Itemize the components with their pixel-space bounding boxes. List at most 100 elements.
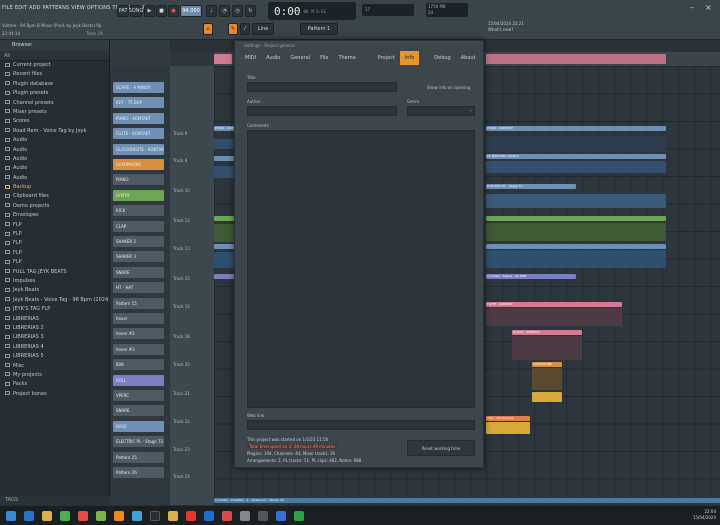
clip-vox[interactable]: VOX - Vox Sample — [486, 416, 530, 421]
browser-item[interactable]: LIBRERIAS 4 — [0, 343, 109, 352]
app-icon[interactable] — [132, 511, 142, 521]
browser-item[interactable]: Audio — [0, 136, 109, 145]
browser-item[interactable]: Envelopes — [0, 211, 109, 220]
tab-general[interactable]: General — [285, 51, 315, 65]
track-header[interactable]: Track 18 — [173, 334, 190, 339]
tab-file[interactable]: File — [315, 51, 333, 65]
marker-clip[interactable] — [214, 54, 232, 64]
clip-audio-wave[interactable] — [486, 194, 666, 208]
clip-flute[interactable]: FLUTE - KONTAKT — [486, 302, 622, 307]
app-icon[interactable] — [258, 511, 268, 521]
channel-button[interactable]: hover — [113, 313, 164, 324]
channel-button[interactable]: KICK — [113, 205, 164, 217]
genre-select[interactable]: › — [407, 106, 475, 116]
fl-studio-icon[interactable] — [114, 511, 124, 521]
clip-saxo-notes[interactable] — [532, 368, 562, 390]
reset-working-time-button[interactable]: Reset working time — [407, 440, 475, 456]
browser-item[interactable]: Jeyk Beats — [0, 286, 109, 295]
app-icon[interactable] — [276, 511, 286, 521]
browser-item[interactable]: Scores — [0, 117, 109, 126]
folder-icon[interactable] — [42, 511, 52, 521]
clip-epiano[interactable]: EP (ELECTRIC PIANO) — [486, 154, 666, 159]
browser-item[interactable]: Impulses — [0, 277, 109, 286]
app-icon[interactable] — [294, 511, 304, 521]
channel-button[interactable]: SCARE - A MINOR — [113, 82, 164, 93]
channel-button[interactable]: VPERC — [113, 390, 164, 401]
snap-mode-select[interactable]: Line — [252, 23, 274, 35]
browser-item[interactable]: Demo projects — [0, 202, 109, 211]
song-position-clock[interactable]: 0:00 00 M:S:CS — [268, 2, 356, 20]
draw-tool[interactable]: ✎ — [228, 23, 238, 35]
start-icon[interactable] — [6, 511, 16, 521]
wait-button[interactable]: ◔ — [219, 5, 230, 17]
channel-button[interactable]: KEY - 75 BUP — [113, 97, 164, 109]
app-icon[interactable] — [222, 511, 232, 521]
pattern-selector[interactable]: Pattern 1 — [300, 23, 338, 35]
snap-button[interactable]: ⌂ — [203, 23, 213, 35]
browser-item[interactable]: LIBRERIAS 2 — [0, 324, 109, 333]
channel-button[interactable]: BASS — [113, 420, 164, 432]
browser-item[interactable]: Mixer presets — [0, 108, 109, 117]
tab-midi[interactable]: MIDI — [240, 51, 261, 65]
browser-item[interactable]: LIBRERIAS 3 — [0, 333, 109, 342]
browser-item[interactable]: FLP — [0, 221, 109, 230]
channel-button[interactable]: PIANO — [113, 174, 164, 186]
clip-audio-wave[interactable] — [532, 392, 562, 402]
author-field[interactable] — [247, 106, 397, 116]
browser-item[interactable]: Audio — [0, 174, 109, 183]
channel-button[interactable]: SHAKER 2 — [113, 236, 164, 247]
tab-debug[interactable]: Debug — [429, 51, 455, 65]
track-header[interactable]: Track 16 — [173, 304, 190, 309]
song-mode-button[interactable]: SONG — [129, 5, 143, 17]
app-icon[interactable] — [96, 511, 106, 521]
news-panel[interactable]: 15/04/2024 22:21 What's new? — [488, 21, 524, 33]
clip-key[interactable] — [486, 244, 666, 249]
clip-audio-wave[interactable] — [486, 422, 530, 434]
metronome-button[interactable]: ♩ — [206, 5, 217, 17]
tab-theme[interactable]: Theme — [333, 51, 360, 65]
channel-button[interactable]: Pattern 15 — [113, 297, 164, 309]
browser-item[interactable]: Audio — [0, 164, 109, 173]
illustrator-icon[interactable] — [186, 511, 196, 521]
comments-field[interactable] — [247, 130, 475, 408]
track-header[interactable]: Track 15 — [173, 276, 190, 281]
tab-info[interactable]: Info — [399, 51, 420, 65]
channel-button[interactable]: FLUTE - KONTAKT — [113, 128, 164, 140]
tab-audio[interactable]: Audio — [261, 51, 285, 65]
photoshop-icon[interactable] — [204, 511, 214, 521]
browser-item[interactable]: Channel presets — [0, 99, 109, 108]
browser-filter[interactable]: All — [0, 51, 109, 61]
clip-synth[interactable] — [486, 216, 666, 221]
app-icon[interactable] — [240, 511, 250, 521]
channel-button[interactable]: GLOCKENSITE - KONTAKT — [113, 143, 164, 155]
loop-record-button[interactable]: ↻ — [245, 5, 256, 17]
marker-clip[interactable] — [486, 54, 666, 64]
browser-item[interactable]: FLP — [0, 230, 109, 239]
channel-button[interactable]: SHAKER 3 — [113, 251, 164, 263]
browser-item[interactable]: Audio — [0, 146, 109, 155]
browser-item[interactable]: Plugin presets — [0, 89, 109, 98]
channel-button[interactable]: SAXOPHONE — [113, 159, 164, 170]
tempo-display[interactable]: 94.000 — [180, 5, 202, 17]
track-header[interactable]: Track 24 — [173, 474, 190, 479]
app-icon[interactable] — [150, 511, 160, 521]
track-header[interactable]: Track 8 — [173, 158, 187, 163]
show-info-checkbox[interactable]: Show info on opening — [427, 85, 470, 90]
browser-item[interactable]: Clipboard files — [0, 192, 109, 201]
track-header[interactable]: Track 6 — [173, 131, 187, 136]
clip-piano-notes[interactable] — [486, 136, 666, 152]
tab-about[interactable]: About — [456, 51, 481, 65]
channel-button[interactable]: CLAP — [113, 220, 164, 232]
clip-synth-notes[interactable] — [486, 223, 666, 241]
track-header[interactable]: Track 22 — [173, 419, 190, 424]
browser-item[interactable]: Audio — [0, 155, 109, 164]
clip-glock[interactable]: GLOCK - KONTAKT — [512, 330, 582, 335]
browser-item[interactable]: Misc — [0, 362, 109, 371]
title-field[interactable] — [247, 82, 397, 92]
app-icon[interactable] — [168, 511, 178, 521]
browser-item[interactable]: Jeyk Beats - Voice Tag - 98 Bpm (2024) — [0, 296, 109, 305]
clip-key-notes[interactable] — [486, 250, 666, 268]
track-header[interactable]: Track 10 — [173, 188, 190, 193]
clip-electric[interactable]: ELECTRIC PL - Stage 73 — [486, 184, 576, 189]
track-header[interactable]: Track 13 — [173, 246, 190, 251]
